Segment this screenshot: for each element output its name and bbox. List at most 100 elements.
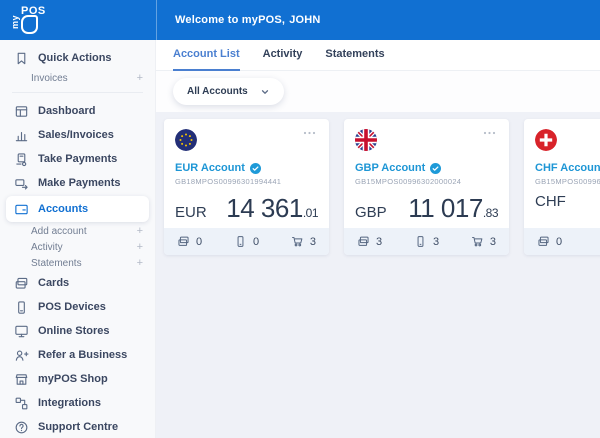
linked-devices-count: 3: [433, 236, 439, 248]
linked-devices-stat[interactable]: 3: [414, 235, 439, 248]
sidebar-item-label: Accounts: [38, 203, 88, 215]
sidebar-subitem-statements[interactable]: Statements +: [0, 255, 155, 271]
storefront-icon: [14, 372, 29, 387]
pos-terminal-coin-icon: [14, 152, 29, 167]
cards-icon: [177, 235, 190, 248]
linked-devices-stat[interactable]: 0: [234, 235, 259, 248]
sidebar-subitem-activity[interactable]: Activity +: [0, 239, 155, 255]
cards-stack-icon: [14, 276, 29, 291]
balance-decimals: .01: [303, 206, 318, 220]
refer-person-icon: [14, 348, 29, 363]
account-card-eur: EUR Account GB18MPOS00996301994441 EUR 1…: [164, 119, 329, 255]
linked-stores-count: 3: [310, 236, 316, 248]
tab-account-list[interactable]: Account List: [173, 48, 240, 71]
sidebar-item-label: Take Payments: [38, 153, 117, 165]
currency-label: CHF: [535, 193, 566, 210]
sidebar-item-sales-invoices[interactable]: Sales/Invoices: [0, 123, 155, 147]
sidebar-item-label: POS Devices: [38, 301, 106, 313]
bar-chart-icon: [14, 128, 29, 143]
eu-flag-icon: [175, 129, 197, 151]
plus-icon[interactable]: +: [137, 226, 143, 237]
account-balance: 11 017.83: [408, 193, 498, 224]
accounts-panel: EUR Account GB18MPOS00996301994441 EUR 1…: [156, 112, 600, 438]
sidebar-item-take-payments[interactable]: Take Payments: [0, 147, 155, 171]
sidebar-divider: [12, 92, 143, 93]
linked-cards-count: 0: [556, 236, 562, 248]
balance-decimals: .83: [483, 206, 498, 220]
card-footer: 0: [524, 228, 600, 255]
verified-badge-icon: [250, 163, 261, 174]
card-footer: 0 0 3: [164, 228, 329, 255]
sidebar-item-label: Support Centre: [38, 421, 118, 433]
account-card-gbp: GBP Account GB15MPOS00996302000024 GBP 1…: [344, 119, 509, 255]
sidebar-item-label: Activity: [31, 242, 63, 253]
linked-devices-count: 0: [253, 236, 259, 248]
welcome-message: Welcome to myPOS, JOHN: [156, 0, 600, 40]
sidebar-subitem-add-account[interactable]: Add account +: [0, 223, 155, 239]
filter-bar: All Accounts: [156, 71, 600, 112]
sidebar-item-label: Sales/Invoices: [38, 129, 114, 141]
logo-device-outline: [21, 15, 38, 34]
linked-cards-stat[interactable]: 0: [537, 235, 562, 248]
tab-statements[interactable]: Statements: [325, 48, 384, 71]
sidebar-item-label: Cards: [38, 277, 69, 289]
sidebar-item-support-centre[interactable]: Support Centre: [0, 415, 155, 438]
chevron-down-icon: [260, 87, 270, 97]
logo-my-text: my: [10, 15, 20, 29]
mypos-logo[interactable]: POS my: [0, 0, 156, 40]
sidebar: Quick Actions Invoices + Dashboard Sales…: [0, 40, 156, 438]
linked-cards-count: 0: [196, 236, 202, 248]
mypos-logo-mark: POS my: [12, 4, 50, 36]
sidebar-item-online-stores[interactable]: Online Stores: [0, 319, 155, 343]
card-menu-icon[interactable]: [301, 129, 318, 137]
sidebar-item-refer-a-business[interactable]: Refer a Business: [0, 343, 155, 367]
bookmark-icon: [14, 51, 29, 66]
plus-icon[interactable]: +: [137, 73, 143, 84]
send-payment-icon: [14, 176, 29, 191]
tab-activity[interactable]: Activity: [263, 48, 303, 71]
swiss-flag-icon: [535, 129, 557, 151]
sidebar-subitem-invoices[interactable]: Invoices +: [0, 70, 155, 86]
linked-stores-stat[interactable]: 3: [471, 235, 496, 248]
all-accounts-dropdown[interactable]: All Accounts: [173, 78, 284, 105]
main-content: Account List Activity Statements All Acc…: [156, 40, 600, 438]
account-name-link[interactable]: CHF Account: [535, 162, 600, 174]
sidebar-item-label: Integrations: [38, 397, 101, 409]
all-accounts-label: All Accounts: [187, 86, 248, 97]
account-card-chf: CHF Account GB15MPOS009963020 CHF: [524, 119, 600, 255]
card-menu-icon[interactable]: [481, 129, 498, 137]
sidebar-item-label: Dashboard: [38, 105, 95, 117]
credit-card-icon: [14, 202, 29, 217]
verified-badge-icon: [430, 163, 441, 174]
plus-icon[interactable]: +: [137, 242, 143, 253]
linked-cards-stat[interactable]: 0: [177, 235, 202, 248]
account-name-link[interactable]: EUR Account: [175, 162, 245, 174]
account-iban: GB18MPOS00996301994441: [175, 177, 318, 186]
sidebar-item-mypos-shop[interactable]: myPOS Shop: [0, 367, 155, 391]
linked-cards-stat[interactable]: 3: [357, 235, 382, 248]
account-name-link[interactable]: GBP Account: [355, 162, 425, 174]
sidebar-item-dashboard[interactable]: Dashboard: [0, 99, 155, 123]
sidebar-item-make-payments[interactable]: Make Payments: [0, 171, 155, 195]
sidebar-item-label: Invoices: [31, 73, 68, 84]
account-balance: 14 361.01: [226, 193, 318, 224]
question-circle-icon: [14, 420, 29, 435]
dashboard-icon: [14, 104, 29, 119]
sidebar-item-label: Add account: [31, 226, 87, 237]
sidebar-item-pos-devices[interactable]: POS Devices: [0, 295, 155, 319]
sidebar-item-label: Make Payments: [38, 177, 121, 189]
sidebar-item-label: myPOS Shop: [38, 373, 108, 385]
account-iban: GB15MPOS00996302000024: [355, 177, 498, 186]
cards-icon: [357, 235, 370, 248]
sidebar-item-quick-actions[interactable]: Quick Actions: [0, 46, 155, 70]
uk-flag-icon: [355, 129, 377, 151]
card-footer: 3 3 3: [344, 228, 509, 255]
plus-icon[interactable]: +: [137, 258, 143, 269]
sidebar-item-cards[interactable]: Cards: [0, 271, 155, 295]
linked-stores-stat[interactable]: 3: [291, 235, 316, 248]
sidebar-item-integrations[interactable]: Integrations: [0, 391, 155, 415]
sidebar-item-accounts[interactable]: Accounts: [6, 196, 149, 222]
top-header: POS my Welcome to myPOS, JOHN: [0, 0, 600, 40]
cart-icon: [291, 235, 304, 248]
sidebar-item-label: Online Stores: [38, 325, 110, 337]
